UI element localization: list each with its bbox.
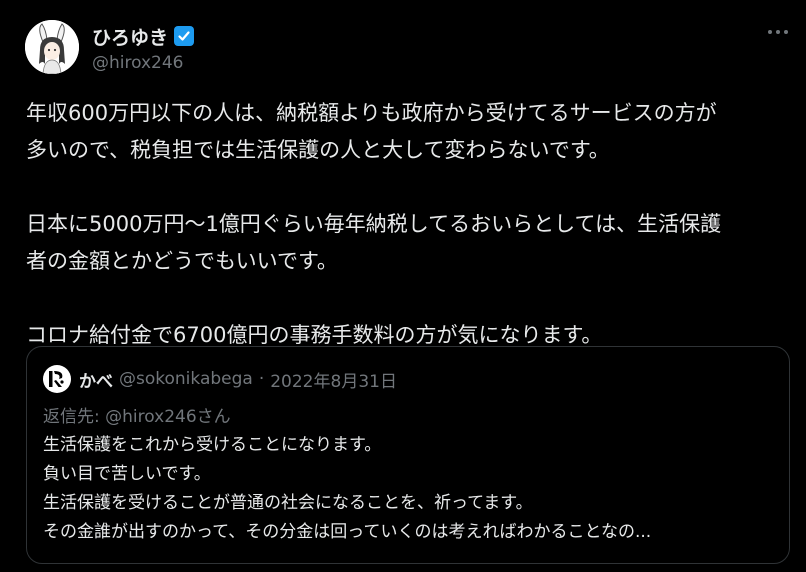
more-dot xyxy=(784,30,788,34)
quoted-author-handle[interactable]: @sokonikabega xyxy=(119,369,253,389)
author-avatar[interactable] xyxy=(25,20,79,74)
more-dot xyxy=(768,30,772,34)
quoted-line: 生活保護を受けることが普通の社会になることを、祈ってます。 xyxy=(43,493,533,513)
quoted-line: その金誰が出すのかって、その分金は回っていくのは考えればわかることなの... xyxy=(43,522,652,542)
tweet-card: ひろゆき @hirox246 年収600万円以下の人は、納税額よりも政府から受け… xyxy=(0,0,806,572)
quoted-line: 負い目で苦しいです。 xyxy=(43,464,211,484)
tweet-line: 年収600万円以下の人は、納税額よりも政府から受けてるサービスの方が xyxy=(26,101,717,125)
meta-separator: · xyxy=(258,369,265,389)
verified-badge-icon[interactable] xyxy=(173,25,195,47)
tweet-line: 多いので、税負担では生活保護の人と大して変わらないです。 xyxy=(26,138,610,162)
quoted-tweet-date[interactable]: 2022年8月31日 xyxy=(270,367,397,392)
quoted-line: 生活保護をこれから受けることになります。 xyxy=(43,435,382,455)
reply-prefix: 返信先: xyxy=(43,407,100,427)
tweet-line: 日本に5000万円〜1億円ぐらい毎年納税してるおいらとしては、生活保護 xyxy=(26,212,722,236)
quoted-tweet-text: 生活保護をこれから受けることになります。 負い目で苦しいです。 生活保護を受ける… xyxy=(43,431,651,547)
avatar-illustration-icon xyxy=(25,20,79,74)
quoted-tweet-header: かべ @sokonikabega · 2022年8月31日 xyxy=(43,365,397,393)
quoted-author-avatar[interactable] xyxy=(43,365,71,393)
reply-to-line: 返信先: @hirox246さん xyxy=(43,402,231,427)
quoted-avatar-logo-icon xyxy=(49,371,64,387)
quoted-tweet[interactable]: かべ @sokonikabega · 2022年8月31日 返信先: @hiro… xyxy=(26,346,790,564)
author-handle[interactable]: @hirox246 xyxy=(92,53,195,73)
more-dot xyxy=(776,30,780,34)
author-info: ひろゆき @hirox246 xyxy=(92,22,195,73)
author-name-row: ひろゆき xyxy=(92,22,195,50)
more-options-icon[interactable] xyxy=(762,20,794,44)
tweet-line: 者の金額とかどうでもいいです。 xyxy=(26,249,338,273)
author-display-name[interactable]: ひろゆき xyxy=(92,23,168,50)
reply-mention-link[interactable]: @hirox246さん xyxy=(105,407,231,427)
quoted-author-name[interactable]: かべ xyxy=(79,367,113,392)
tweet-text: 年収600万円以下の人は、納税額よりも政府から受けてるサービスの方が 多いので、… xyxy=(26,95,786,354)
